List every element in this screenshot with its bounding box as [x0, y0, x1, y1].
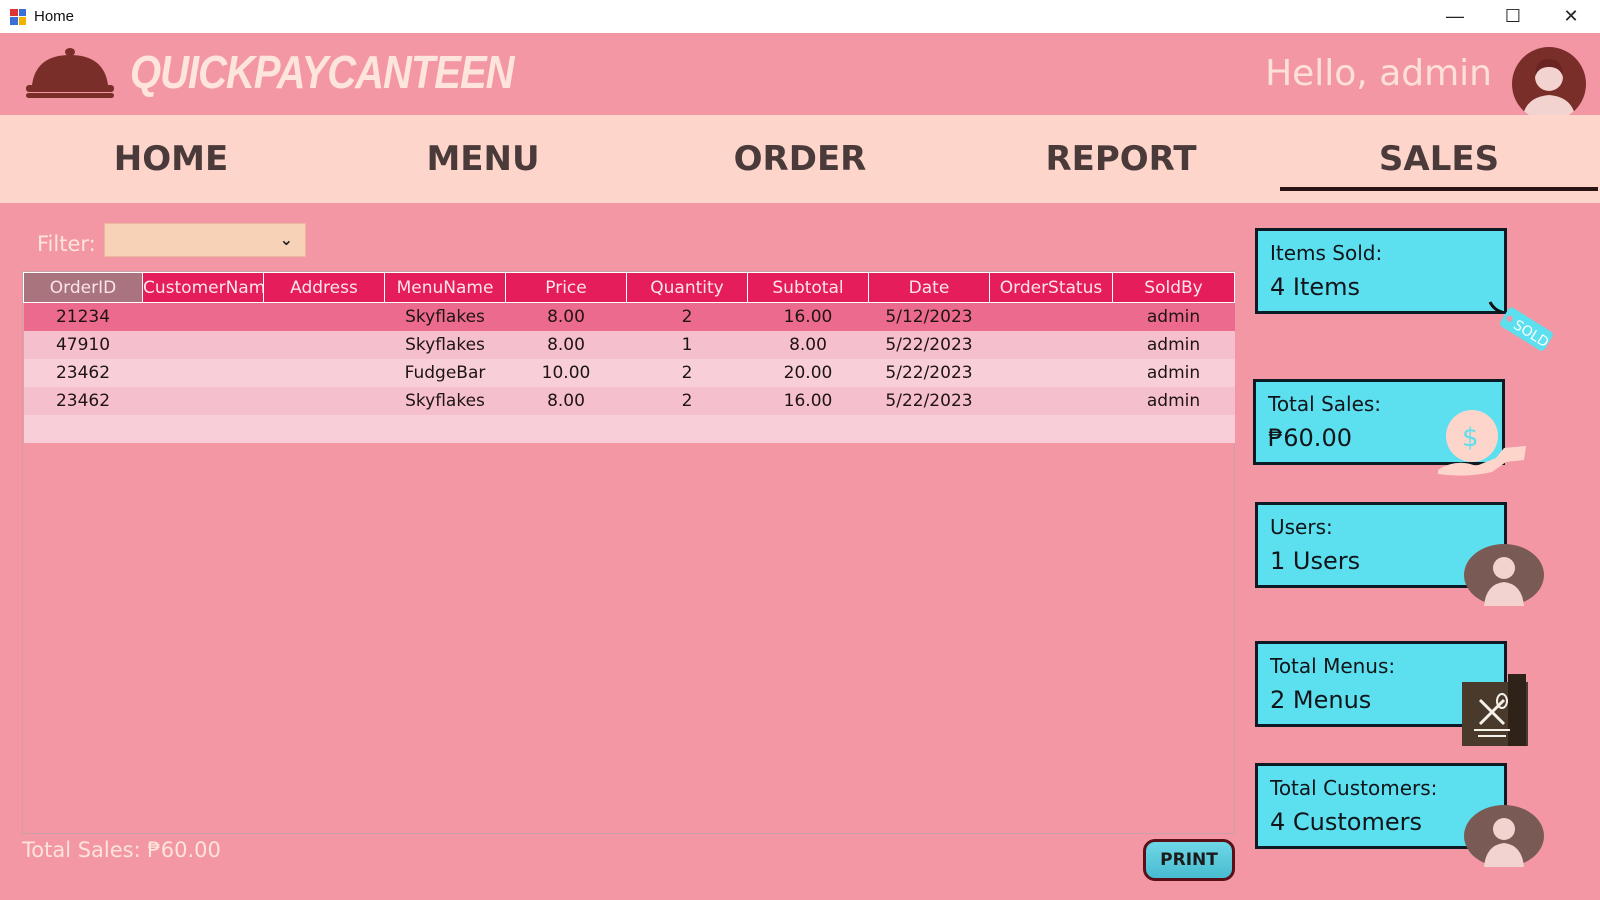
- col-header[interactable]: Quantity: [626, 272, 748, 303]
- table-cell[interactable]: 2: [626, 358, 748, 387]
- table-cell[interactable]: 8.00: [505, 302, 627, 331]
- table-cell[interactable]: 2: [626, 386, 748, 415]
- main-nav: HOME MENU ORDER REPORT SALES: [0, 115, 1600, 203]
- nav-sales[interactable]: SALES: [1280, 115, 1598, 203]
- sales-table[interactable]: OrderID CustomerName Address MenuName Pr…: [22, 271, 1235, 834]
- empty-cell[interactable]: [23, 414, 1235, 443]
- table-cell[interactable]: admin: [1112, 330, 1235, 359]
- col-header[interactable]: CustomerName: [142, 272, 264, 303]
- table-row[interactable]: 21234 Skyflakes 8.00 2 16.00 5/12/2023 a…: [23, 302, 1235, 331]
- greeting-text: Hello, admin: [1265, 53, 1492, 94]
- window-title: Home: [34, 8, 75, 25]
- table-cell[interactable]: 16.00: [747, 386, 869, 415]
- users-value: 1 Users: [1270, 547, 1361, 575]
- table-cell[interactable]: [142, 330, 264, 359]
- filter-dropdown[interactable]: ⌄: [104, 223, 306, 257]
- nav-report[interactable]: REPORT: [962, 115, 1280, 203]
- table-cell[interactable]: 8.00: [505, 330, 627, 359]
- total-menus-value: 2 Menus: [1270, 686, 1372, 714]
- table-cell[interactable]: [263, 330, 385, 359]
- menu-book-icon: [1462, 674, 1528, 746]
- table-row[interactable]: 47910 Skyflakes 8.00 1 8.00 5/22/2023 ad…: [23, 330, 1235, 359]
- table-cell[interactable]: [263, 302, 385, 331]
- table-cell[interactable]: [142, 302, 264, 331]
- items-sold-label: Items Sold:: [1270, 241, 1383, 265]
- app-icon: [10, 8, 26, 25]
- col-header[interactable]: MenuName: [384, 272, 506, 303]
- chevron-down-icon[interactable]: ⌄: [280, 230, 293, 250]
- print-button[interactable]: PRINT: [1143, 839, 1235, 881]
- window-controls: — ☐ ✕: [1426, 0, 1600, 33]
- col-header[interactable]: OrderStatus: [989, 272, 1113, 303]
- table-cell[interactable]: 21234: [23, 302, 143, 331]
- total-customers-label: Total Customers:: [1270, 776, 1438, 800]
- nav-menu[interactable]: MENU: [324, 115, 642, 203]
- table-cell[interactable]: 8.00: [747, 330, 869, 359]
- maximize-button[interactable]: ☐: [1484, 0, 1542, 33]
- table-cell[interactable]: 1: [626, 330, 748, 359]
- table-cell[interactable]: Skyflakes: [384, 386, 506, 415]
- col-header[interactable]: Address: [263, 272, 385, 303]
- table-cell[interactable]: Skyflakes: [384, 330, 506, 359]
- table-cell[interactable]: Skyflakes: [384, 302, 506, 331]
- table-cell[interactable]: admin: [1112, 386, 1235, 415]
- table-header-row: OrderID CustomerName Address MenuName Pr…: [23, 272, 1235, 303]
- nav-home[interactable]: HOME: [12, 115, 330, 203]
- table-cell[interactable]: [263, 386, 385, 415]
- items-sold-card: Items Sold: 4 Items: [1255, 228, 1507, 314]
- table-cell[interactable]: 5/12/2023: [868, 302, 990, 331]
- minimize-button[interactable]: —: [1426, 0, 1484, 33]
- new-row[interactable]: [23, 414, 1235, 443]
- table-cell[interactable]: [263, 358, 385, 387]
- table-cell[interactable]: 23462: [23, 386, 143, 415]
- filter-label: Filter:: [37, 232, 96, 256]
- table-cell[interactable]: 10.00: [505, 358, 627, 387]
- col-header[interactable]: Subtotal: [747, 272, 869, 303]
- sold-tag-icon: SOLD: [1488, 301, 1553, 351]
- table-row[interactable]: 23462 Skyflakes 8.00 2 16.00 5/22/2023 a…: [23, 386, 1235, 415]
- col-header[interactable]: SoldBy: [1112, 272, 1235, 303]
- total-menus-label: Total Menus:: [1270, 654, 1396, 678]
- total-sales-label: Total Sales:: [1268, 392, 1382, 416]
- table-cell[interactable]: [989, 302, 1113, 331]
- nav-order[interactable]: ORDER: [641, 115, 959, 203]
- table-row[interactable]: 23462 FudgeBar 10.00 2 20.00 5/22/2023 a…: [23, 358, 1235, 387]
- col-header[interactable]: Price: [505, 272, 627, 303]
- table-cell[interactable]: 8.00: [505, 386, 627, 415]
- table-cell[interactable]: 23462: [23, 358, 143, 387]
- cloche-icon: [26, 48, 114, 98]
- table-cell[interactable]: 2: [626, 302, 748, 331]
- table-cell[interactable]: 47910: [23, 330, 143, 359]
- total-sales-value: ₱60.00: [1268, 424, 1352, 452]
- col-header[interactable]: OrderID: [23, 272, 143, 303]
- customer-icon: [1464, 805, 1544, 867]
- total-sales-text: Total Sales: ₱60.00: [22, 838, 221, 862]
- app-brand: QUICKPAYCANTEEN: [130, 47, 515, 99]
- items-sold-value: 4 Items: [1270, 273, 1361, 301]
- table-cell[interactable]: 5/22/2023: [868, 386, 990, 415]
- app-header: QUICKPAYCANTEEN Hello, admin: [0, 33, 1600, 121]
- svg-text:$: $: [1462, 423, 1479, 453]
- table-cell[interactable]: 5/22/2023: [868, 358, 990, 387]
- col-header[interactable]: Date: [868, 272, 990, 303]
- table-cell[interactable]: admin: [1112, 302, 1235, 331]
- table-cell[interactable]: 20.00: [747, 358, 869, 387]
- table-cell[interactable]: 16.00: [747, 302, 869, 331]
- window-titlebar: Home — ☐ ✕: [0, 0, 1600, 33]
- user-avatar-icon[interactable]: [1512, 47, 1586, 121]
- user-icon: [1464, 544, 1544, 606]
- table-cell[interactable]: [989, 330, 1113, 359]
- users-label: Users:: [1270, 515, 1333, 539]
- table-cell[interactable]: [142, 358, 264, 387]
- table-cell[interactable]: FudgeBar: [384, 358, 506, 387]
- table-cell[interactable]: 5/22/2023: [868, 330, 990, 359]
- table-cell[interactable]: [989, 358, 1113, 387]
- table-cell[interactable]: [989, 386, 1113, 415]
- table-cell[interactable]: admin: [1112, 358, 1235, 387]
- money-hand-icon: $: [1438, 410, 1526, 476]
- total-customers-value: 4 Customers: [1270, 808, 1422, 836]
- table-cell[interactable]: [142, 386, 264, 415]
- close-button[interactable]: ✕: [1542, 0, 1600, 33]
